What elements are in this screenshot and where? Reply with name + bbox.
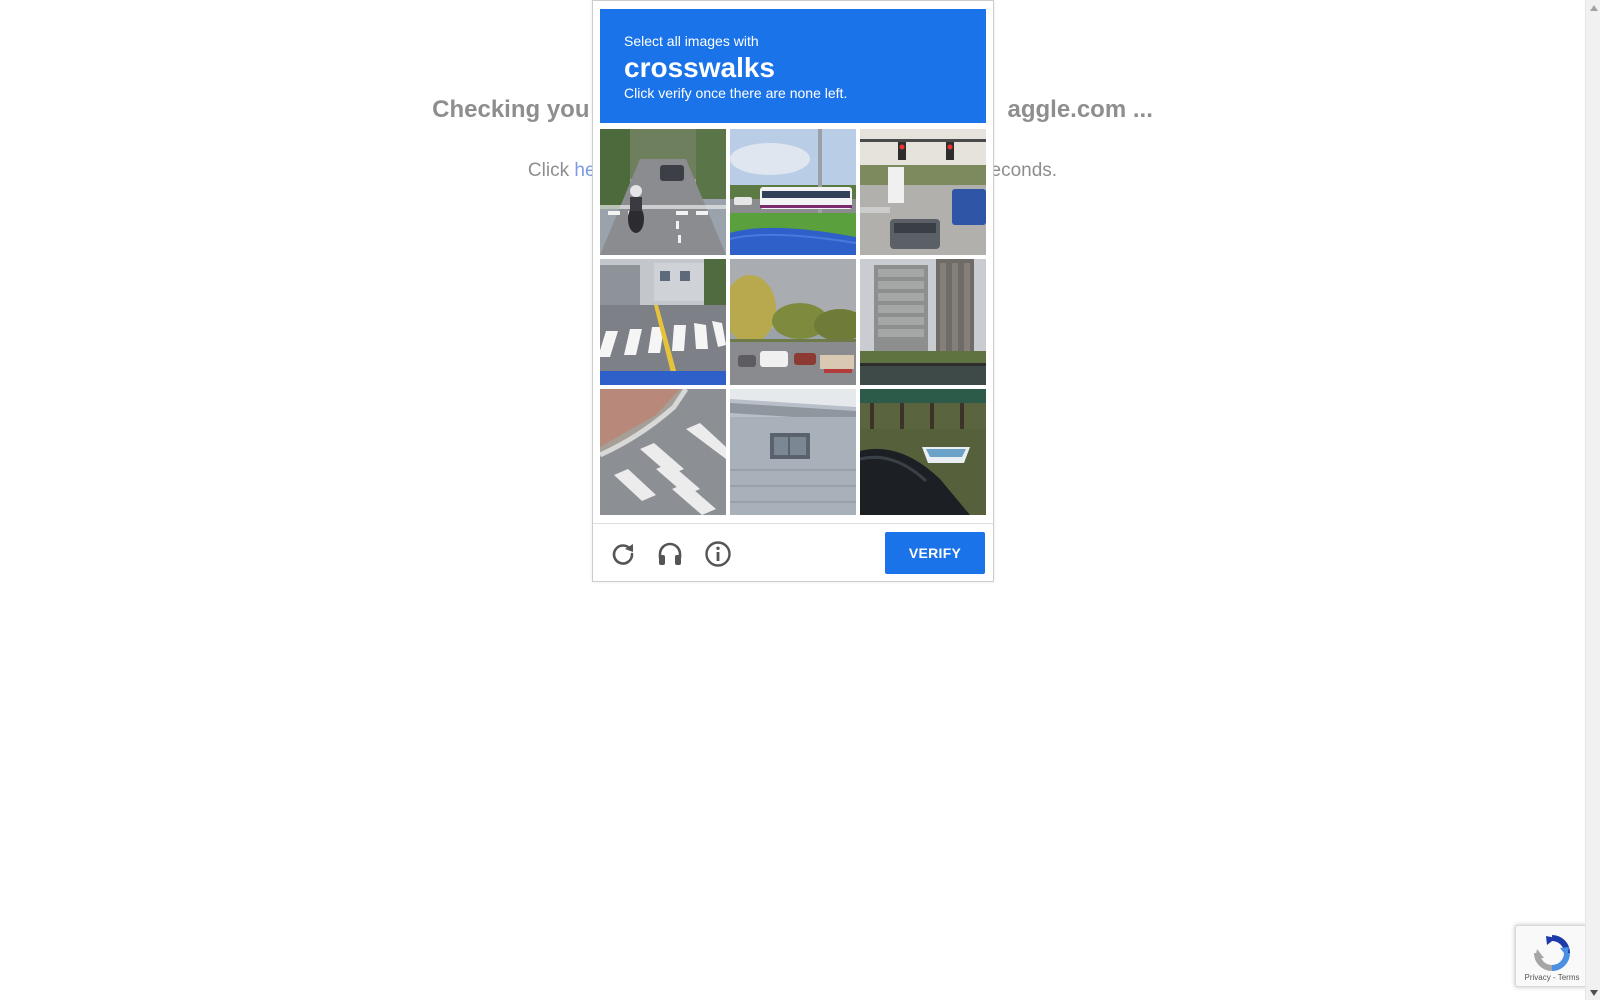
instruction-target: crosswalks <box>624 52 775 83</box>
image-tile-2[interactable] <box>730 129 856 255</box>
checking-title-prefix: Checking you <box>432 96 590 123</box>
badge-links: Privacy - Terms <box>1516 973 1586 982</box>
scroll-down-arrow-icon[interactable] <box>1586 985 1600 1000</box>
tile-4-image <box>600 259 726 385</box>
image-tile-9[interactable] <box>860 389 986 515</box>
redirect-prefix: Click <box>527 160 575 181</box>
redirect-suffix: econds. <box>990 160 1058 181</box>
headphones-icon[interactable] <box>656 540 684 568</box>
image-tile-6[interactable] <box>860 259 986 385</box>
captcha-footer: VERIFY <box>593 523 993 581</box>
tile-2-image <box>730 129 856 255</box>
checking-title-suffix: aggle.com ... <box>1007 96 1153 123</box>
tile-3-image <box>860 129 986 255</box>
reload-icon[interactable] <box>609 540 637 568</box>
privacy-link[interactable]: Privacy <box>1525 973 1551 982</box>
image-tile-1[interactable] <box>600 129 726 255</box>
info-icon[interactable] <box>704 540 732 568</box>
recaptcha-badge[interactable]: Privacy - Terms <box>1515 925 1587 987</box>
captcha-dialog: Select all images with crosswalks Click … <box>592 0 994 582</box>
recaptcha-logo-icon <box>1534 935 1570 971</box>
image-tile-3[interactable] <box>860 129 986 255</box>
image-tile-8[interactable] <box>730 389 856 515</box>
captcha-header: Select all images with crosswalks Click … <box>600 9 986 123</box>
scroll-up-arrow-icon[interactable] <box>1586 0 1600 15</box>
verify-button[interactable]: VERIFY <box>885 532 985 574</box>
tile-7-image <box>600 389 726 515</box>
image-tile-7[interactable] <box>600 389 726 515</box>
tile-5-image <box>730 259 856 385</box>
image-tile-4[interactable] <box>600 259 726 385</box>
vertical-scrollbar[interactable] <box>1585 0 1600 1000</box>
tile-6-image <box>860 259 986 385</box>
tile-9-image <box>860 389 986 515</box>
instruction-pre: Select all images with <box>624 33 759 49</box>
image-grid <box>600 129 986 515</box>
instruction-post: Click verify once there are none left. <box>624 85 848 101</box>
badge-separator: - <box>1550 973 1558 982</box>
image-tile-5[interactable] <box>730 259 856 385</box>
terms-link[interactable]: Terms <box>1558 973 1580 982</box>
tile-8-image <box>730 389 856 515</box>
tile-1-image <box>600 129 726 255</box>
